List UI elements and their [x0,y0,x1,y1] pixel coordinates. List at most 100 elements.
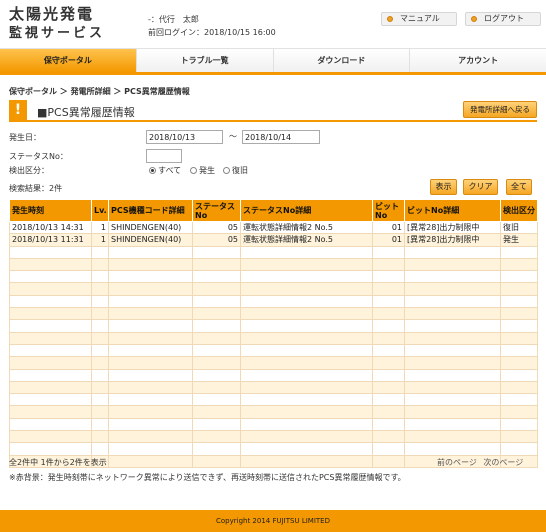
table-cell [9,417,92,432]
table-row [9,417,538,432]
last-login: 前回ログイン：2018/10/15 16:00 [148,28,276,37]
col-header-pcs-model[interactable]: PCS機種コード詳細 [108,199,193,222]
next-page-link[interactable]: 次のページ [483,458,523,467]
back-to-plant-detail-button[interactable]: 発電所詳細へ戻る [463,101,537,118]
header: 太陽光発電 監視サービス -：代行 太郎 前回ログイン：2018/10/15 1… [0,0,546,48]
radio-all[interactable]: すべて [149,165,181,176]
table-cell [9,319,92,333]
table-cell [91,380,109,395]
table-cell [9,307,92,321]
nav-item-portal[interactable]: 保守ポータル [0,49,137,72]
table-cell [372,343,405,358]
date-to-input[interactable] [242,130,320,144]
table-row [9,294,538,309]
table-cell [192,442,241,456]
table-row [9,270,538,284]
show-button[interactable]: 表示 [430,179,457,195]
radio-occur[interactable]: 発生 [190,165,215,176]
table-cell [91,245,109,259]
table-cell: 01 [372,233,405,247]
table-cell [108,331,193,345]
radio-recover[interactable]: 復旧 [223,165,248,176]
table-cell [9,245,92,259]
table-cell [192,393,241,407]
table-cell [9,331,92,345]
app-logo: 太陽光発電 監視サービス [9,6,105,42]
table-cell: 1 [91,220,109,235]
table-cell [108,294,193,309]
table-cell [500,368,538,382]
table-cell [9,380,92,395]
table-cell [91,442,109,456]
pager-summary: 全2件中 1件から2件を表示 [9,458,107,467]
table-cell [404,331,501,345]
user-info: -：代行 太郎 前回ログイン：2018/10/15 16:00 [148,13,276,39]
table-cell: 01 [372,220,405,235]
table-cell [192,331,241,345]
table-row [9,319,538,333]
col-header-time[interactable]: 発生時刻 [9,199,92,222]
table-cell [192,294,241,309]
logout-label: ログアウト [484,14,524,23]
table-cell [108,270,193,284]
table-cell [192,245,241,259]
table-cell [240,343,373,358]
table-cell [240,319,373,333]
table-cell: 復旧 [500,220,538,235]
table-cell [372,380,405,395]
exclamation-icon: ! [9,100,27,120]
radio-occur-label: 発生 [199,166,215,175]
table-cell [404,245,501,259]
table-cell [404,368,501,382]
history-table: 発生時刻 Lv. PCS機種コード詳細 ステータスNo ステータスNo詳細 ビッ… [9,199,538,468]
table-cell [240,356,373,370]
table-cell: SHINDENGEN(40) [108,233,193,247]
nav-item-account[interactable]: アカウント [410,49,546,72]
table-cell [108,405,193,419]
table-row [9,393,538,407]
nav-item-download[interactable]: ダウンロード [273,49,411,72]
table-cell: 運転状態詳細情報2 No.5 [240,233,373,247]
main-nav: 保守ポータル トラブル一覧 ダウンロード アカウント [0,48,546,75]
col-header-bit-detail[interactable]: ビットNo詳細 [404,199,501,222]
col-header-status-no[interactable]: ステータスNo [192,199,241,222]
table-cell [9,294,92,309]
table-row [9,307,538,321]
table-cell [192,417,241,432]
table-cell [192,282,241,296]
nav-item-trouble[interactable]: トラブル一覧 [136,49,274,72]
table-cell [240,282,373,296]
table-cell [9,405,92,419]
table-cell [240,294,373,309]
red-background-note: ※赤背景：発生時刻帯にネットワーク異常により送信できず、再送時刻帯に送信されたP… [9,473,406,482]
table-cell [500,257,538,272]
table-cell: 2018/10/13 11:31 [9,233,92,247]
logout-button[interactable]: ログアウト [465,12,541,26]
footer-copyright: Copyright 2014 FUJITSU LIMITED [0,510,546,532]
table-cell [372,270,405,284]
all-button[interactable]: 全て [506,179,532,195]
table-cell: 05 [192,233,241,247]
prev-page-link[interactable]: 前のページ [437,458,477,467]
clear-button[interactable]: クリア [463,179,498,195]
date-from-input[interactable] [146,130,223,144]
table-cell [500,405,538,419]
col-header-status-detail[interactable]: ステータスNo詳細 [240,199,373,222]
date-separator: 〜 [229,132,237,141]
col-header-lv[interactable]: Lv. [91,199,109,222]
table-row: 2018/10/13 11:31 1 SHINDENGEN(40) 05 運転状態詳細情… [9,233,538,247]
status-no-input[interactable] [146,149,182,163]
table-cell [9,430,92,444]
radio-unchecked-icon [190,167,197,174]
bullet-icon [471,16,477,22]
manual-button[interactable]: マニュアル [381,12,457,26]
table-cell [404,380,501,395]
table-cell [404,356,501,370]
table-cell [192,319,241,333]
col-header-bit-no[interactable]: ビットNo [372,199,405,222]
table-cell [500,430,538,444]
detect-label: 検出区分： [9,166,49,175]
col-header-detect[interactable]: 検出区分 [500,199,538,222]
table-body: 2018/10/13 14:31 1 SHINDENGEN(40) 05 運転状態詳細情… [9,220,538,468]
table-cell [192,454,241,468]
